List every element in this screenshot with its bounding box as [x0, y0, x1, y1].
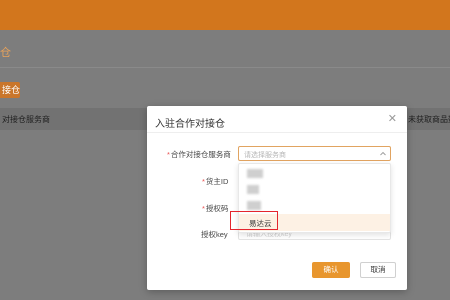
modal-title: 入驻合作对接仓 — [155, 119, 225, 130]
auth-key-label: 授权key — [201, 230, 228, 239]
redacted-option-text — [247, 185, 259, 194]
dropdown-option[interactable] — [239, 166, 390, 180]
owner-id-label: *货主ID — [202, 177, 229, 186]
redacted-option-text — [247, 201, 261, 210]
modal-header-divider — [147, 132, 407, 133]
add-warehouse-button[interactable]: 接仓 — [0, 82, 20, 98]
provider-label: *合作对接仓服务商 — [167, 150, 231, 159]
top-bar — [0, 0, 450, 30]
breadcrumb-divider — [0, 67, 450, 68]
close-icon[interactable]: ✕ — [388, 112, 397, 125]
confirm-button[interactable]: 确认 — [312, 262, 350, 278]
breadcrumb: 仓 — [0, 47, 11, 59]
dropdown-option[interactable] — [239, 198, 390, 212]
highlight-annotation — [230, 211, 278, 230]
table-header-unfetched: 未获取商品数 — [408, 115, 450, 124]
redacted-option-text — [247, 169, 263, 178]
chevron-up-icon — [380, 151, 386, 156]
table-header-provider: 对接仓服务商 — [2, 115, 50, 124]
join-warehouse-modal: 入驻合作对接仓 ✕ *合作对接仓服务商 请选择服务商 *货主ID *授权码 授权… — [147, 106, 407, 290]
cancel-button[interactable]: 取消 — [360, 262, 396, 278]
provider-select[interactable]: 请选择服务商 — [238, 146, 391, 161]
auth-code-label: *授权码 — [202, 204, 229, 213]
dropdown-option[interactable] — [239, 182, 390, 196]
provider-select-placeholder: 请选择服务商 — [244, 152, 286, 159]
